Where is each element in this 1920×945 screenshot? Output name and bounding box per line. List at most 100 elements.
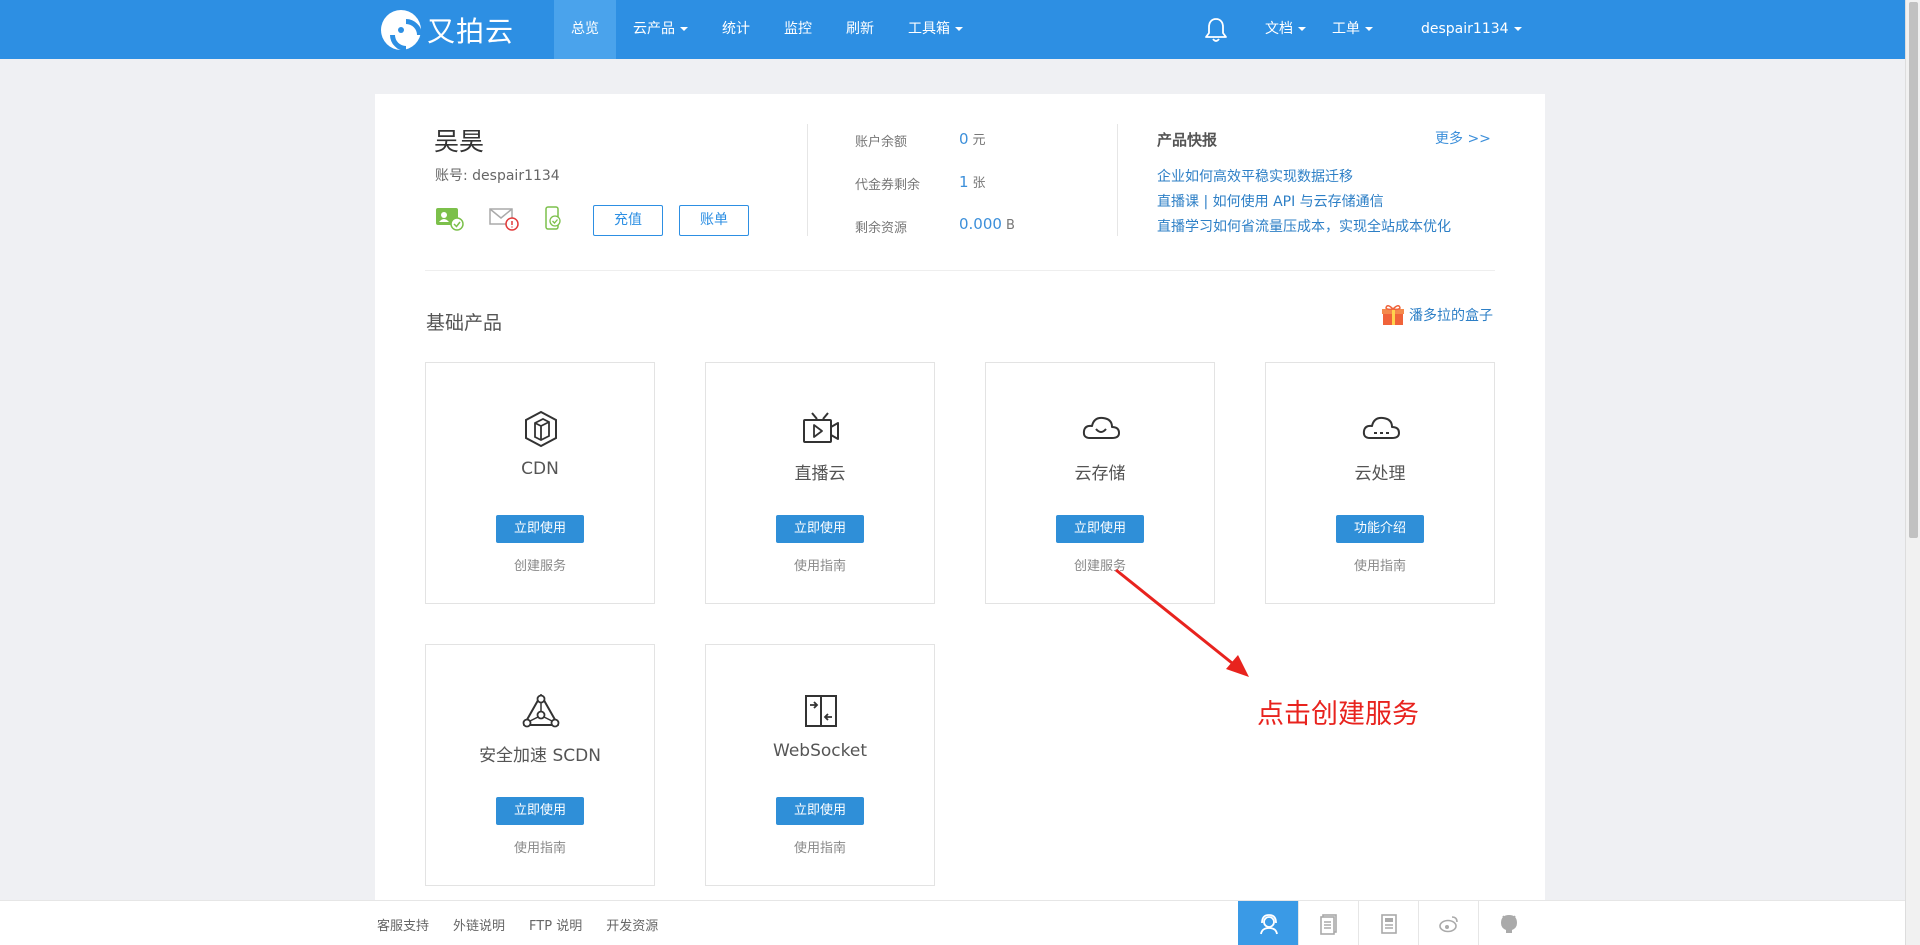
account-number: 账号: despair1134: [435, 168, 560, 184]
nav-cloud-products[interactable]: 云产品: [616, 0, 705, 59]
bill-button[interactable]: 账单: [679, 205, 749, 236]
footer-links: 客服支持 外链说明 FTP 说明 开发资源: [377, 915, 658, 934]
resource-unit: B: [1005, 218, 1015, 233]
chevron-down-icon: [680, 27, 688, 31]
balance-unit: 元: [972, 133, 986, 148]
gift-icon: [1382, 305, 1404, 325]
product-title: 云存储: [1074, 464, 1126, 484]
product-card-process: 云处理 功能介绍 使用指南: [1265, 362, 1495, 604]
pandora-box-link[interactable]: 潘多拉的盒子: [1381, 304, 1493, 326]
brand-name: 又拍云: [427, 15, 515, 48]
use-now-button[interactable]: 立即使用: [496, 515, 584, 543]
balance-row: 账户余额 0元: [855, 130, 986, 150]
divider: [425, 270, 1495, 271]
create-service-link[interactable]: 创建服务: [986, 555, 1214, 574]
footer-icons: [1238, 901, 1538, 945]
news-more-link[interactable]: 更多 >>: [1435, 128, 1491, 148]
nav-label: 文档: [1265, 21, 1293, 37]
use-now-button[interactable]: 立即使用: [776, 515, 864, 543]
product-card-scdn: 安全加速 SCDN 立即使用 使用指南: [425, 644, 655, 886]
footer-link-support[interactable]: 客服支持: [377, 915, 429, 934]
nav-label: 总览: [571, 21, 599, 37]
footer-link-dev[interactable]: 开发资源: [606, 915, 658, 934]
balance-value: 0: [959, 130, 969, 148]
github-icon[interactable]: [1478, 901, 1538, 945]
nav-refresh[interactable]: 刷新: [829, 0, 891, 59]
resource-row: 剩余资源 0.000 B: [855, 215, 1015, 236]
product-card-storage: 云存储 立即使用 创建服务: [985, 362, 1215, 604]
nav-label: 工具箱: [908, 21, 950, 37]
product-card-live: 直播云 立即使用 使用指南: [705, 362, 935, 604]
nav-label: 刷新: [846, 21, 874, 37]
scrollbar-thumb[interactable]: [1909, 2, 1918, 538]
product-title: CDN: [521, 459, 559, 479]
manual-icon[interactable]: [1358, 901, 1418, 945]
guide-link[interactable]: 使用指南: [426, 837, 654, 856]
weibo-icon[interactable]: [1418, 901, 1478, 945]
verification-status: [435, 206, 573, 232]
nav-toolbox[interactable]: 工具箱: [891, 0, 980, 59]
phone-verified-icon[interactable]: [543, 206, 573, 232]
product-card-cdn: CDN 立即使用 创建服务: [425, 362, 655, 604]
product-card-websocket: WebSocket 立即使用 使用指南: [705, 644, 935, 886]
nav-label: 云产品: [633, 21, 675, 37]
bottom-bar: 客服支持 外链说明 FTP 说明 开发资源: [0, 900, 1905, 945]
footer-link-ftp[interactable]: FTP 说明: [529, 915, 582, 934]
cdn-icon: [525, 410, 557, 448]
bell-icon[interactable]: [1203, 16, 1229, 44]
chevron-down-icon: [1513, 27, 1522, 31]
support-icon[interactable]: [1238, 901, 1298, 945]
news-link[interactable]: 直播学习如何省流量压成本，实现全站成本优化: [1157, 216, 1451, 236]
guide-link[interactable]: 使用指南: [706, 837, 934, 856]
feature-intro-button[interactable]: 功能介绍: [1336, 515, 1424, 543]
nav-monitor[interactable]: 监控: [767, 0, 829, 59]
product-title: 直播云: [794, 464, 846, 484]
overview-panel: 吴昊 账号: despair1134 充值 账单 账户余额 0元 代金券剩余 1…: [375, 94, 1545, 945]
use-now-button[interactable]: 立即使用: [776, 797, 864, 825]
nav-label: 监控: [784, 21, 812, 37]
footer-link-external[interactable]: 外链说明: [453, 915, 505, 934]
docs-icon[interactable]: [1298, 901, 1358, 945]
nav-statistics[interactable]: 统计: [705, 0, 767, 59]
nav-label: 统计: [722, 21, 750, 37]
recharge-button[interactable]: 充值: [593, 205, 663, 236]
account-name: 吴昊: [434, 127, 485, 156]
guide-link[interactable]: 使用指南: [706, 555, 934, 574]
logo-icon: [381, 10, 421, 50]
voucher-unit: 张: [972, 176, 986, 191]
chevron-down-icon: [955, 27, 963, 31]
identity-verified-icon[interactable]: [435, 206, 465, 232]
nav-label: 工单: [1332, 21, 1360, 37]
voucher-row: 代金券剩余 1张: [855, 173, 986, 193]
use-now-button[interactable]: 立即使用: [496, 797, 584, 825]
nav-ticket[interactable]: 工单: [1319, 0, 1386, 59]
chevron-down-icon: [1298, 27, 1306, 31]
live-tv-icon: [803, 412, 839, 443]
news-link[interactable]: 直播课 | 如何使用 API 与云存储通信: [1157, 191, 1384, 211]
user-menu[interactable]: despair1134: [1408, 0, 1535, 59]
cloud-process-icon: [1362, 416, 1400, 439]
vertical-scrollbar[interactable]: [1905, 0, 1920, 945]
email-unverified-icon[interactable]: [489, 206, 519, 232]
news-title: 产品快报: [1157, 131, 1218, 149]
divider: [1117, 124, 1118, 236]
voucher-value: 1: [959, 173, 969, 191]
annotation-text: 点击创建服务: [1257, 699, 1419, 730]
news-link[interactable]: 企业如何高效平稳实现数据迁移: [1157, 166, 1353, 186]
create-service-link[interactable]: 创建服务: [426, 555, 654, 574]
nav-overview[interactable]: 总览: [554, 0, 616, 59]
resource-label: 剩余资源: [855, 221, 908, 236]
scdn-icon: [522, 694, 560, 728]
right-nav: 文档 工单 despair1134: [1252, 0, 1535, 59]
logo[interactable]: 又拍云: [381, 10, 514, 50]
product-title: 安全加速 SCDN: [479, 746, 601, 766]
guide-link[interactable]: 使用指南: [1266, 555, 1494, 574]
voucher-label: 代金券剩余: [855, 178, 921, 193]
product-title: WebSocket: [773, 741, 867, 761]
cloud-storage-icon: [1082, 416, 1120, 439]
nav-docs[interactable]: 文档: [1252, 0, 1319, 59]
section-title: 基础产品: [426, 312, 503, 334]
top-navbar: 又拍云 总览 云产品 统计 监控 刷新 工具箱 文档 工单 despair113…: [0, 0, 1905, 59]
use-now-button[interactable]: 立即使用: [1056, 515, 1144, 543]
balance-label: 账户余额: [855, 135, 908, 150]
